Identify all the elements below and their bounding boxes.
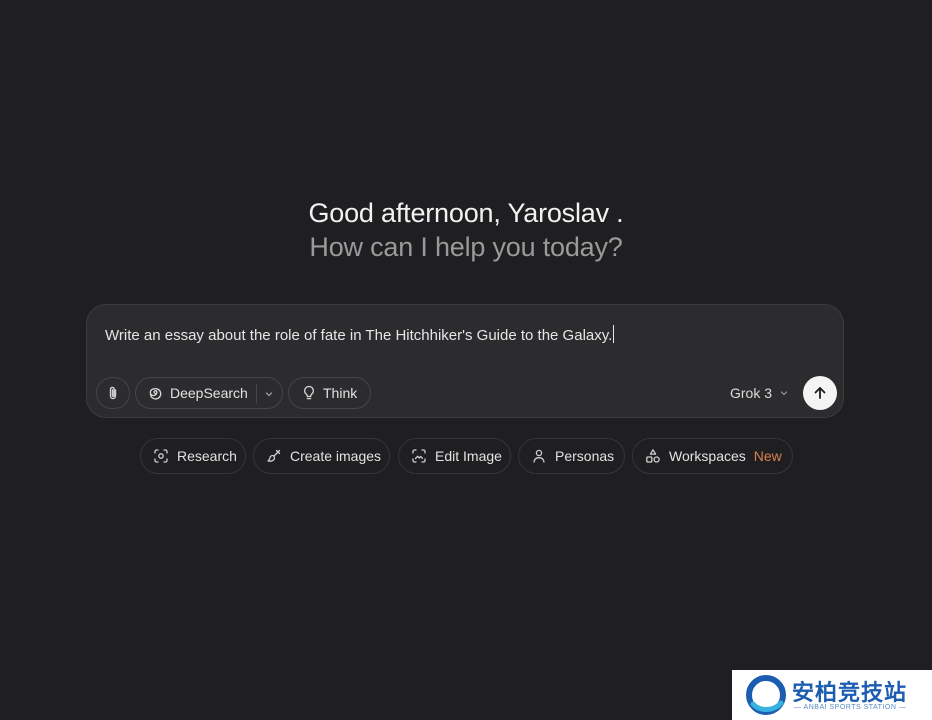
watermark-subtitle: — ANBAI SPORTS STATION — [794,704,907,711]
think-button[interactable]: Think [288,377,371,409]
research-button[interactable]: Research [140,438,246,474]
create-images-button[interactable]: Create images [253,438,390,474]
greeting-title: Good afternoon, Yaroslav . [308,198,624,228]
text-caret [613,325,615,343]
shapes-icon [645,448,661,464]
quick-actions: Research Create images Edit Image Person… [0,438,932,474]
deepsearch-button[interactable]: DeepSearch [135,377,283,409]
greeting: Good afternoon, Yaroslav . How can I hel… [0,196,932,264]
model-selector[interactable]: Grok 3 [730,385,789,401]
chevron-down-icon [772,388,789,398]
paperclip-icon [106,385,120,401]
prompt-text: Write an essay about the role of fate in… [105,327,613,344]
lightbulb-icon [302,385,316,401]
prompt-input[interactable]: Write an essay about the role of fate in… [105,325,615,344]
image-edit-icon [411,448,427,464]
deepsearch-label: DeepSearch [170,385,248,401]
workspaces-button[interactable]: Workspaces New [632,438,793,474]
new-badge: New [753,448,782,464]
watermark-logo-icon [744,674,788,716]
attach-button[interactable] [96,377,130,409]
edit-image-button[interactable]: Edit Image [398,438,511,474]
model-label: Grok 3 [730,385,773,401]
chevron-down-icon[interactable] [262,387,276,401]
think-label: Think [323,385,358,401]
send-button[interactable] [803,376,837,410]
personas-button[interactable]: Personas [518,438,625,474]
edit-image-label: Edit Image [435,448,502,464]
greeting-subtitle: How can I help you today? [309,232,623,262]
swirl-icon [148,386,163,401]
watermark: 安柏竞技站 — ANBAI SPORTS STATION — [732,670,932,720]
pill-divider [256,384,257,404]
paintbrush-icon [266,448,282,464]
chat-composer[interactable]: Write an essay about the role of fate in… [86,304,844,418]
grok-home-page: Good afternoon, Yaroslav . How can I hel… [0,0,932,720]
create-images-label: Create images [290,448,382,464]
research-label: Research [177,448,237,464]
workspaces-label: Workspaces [669,448,746,464]
person-icon [531,448,547,464]
arrow-up-icon [812,385,828,401]
watermark-title: 安柏竞技站 [792,681,908,706]
scan-icon [153,448,169,464]
personas-label: Personas [555,448,615,464]
